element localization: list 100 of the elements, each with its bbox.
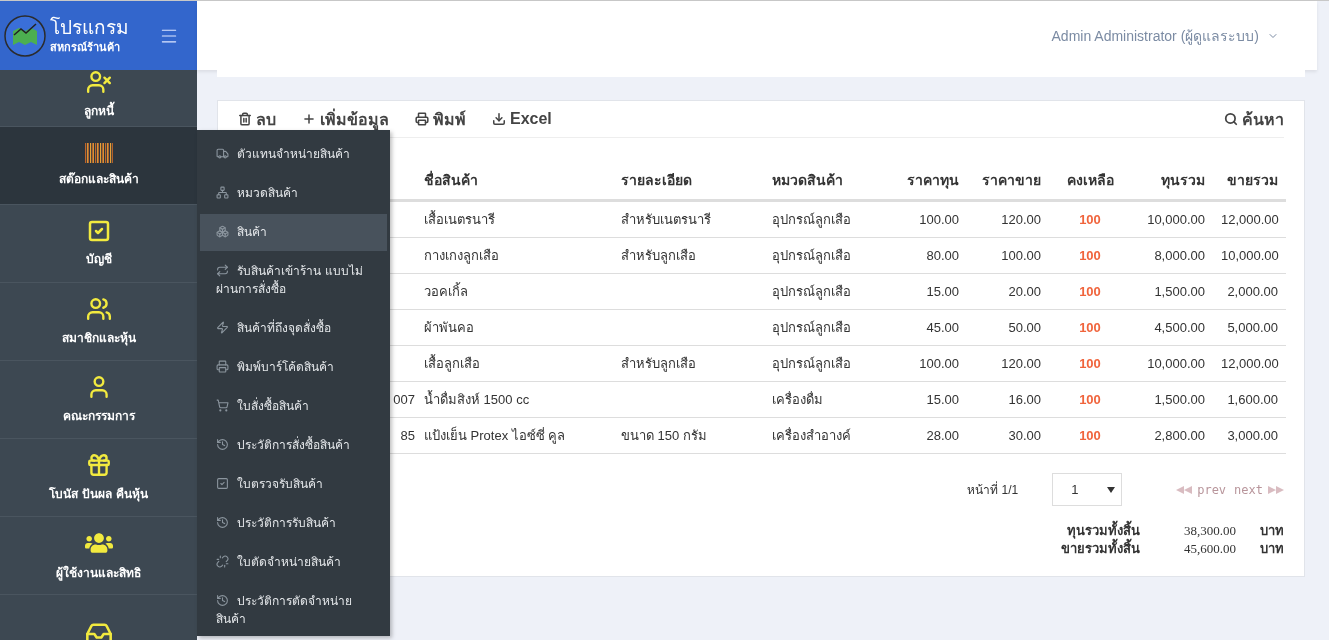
barcode-icon [84, 143, 113, 163]
table-cell: เสื้อลูกเสือ [416, 345, 613, 382]
table-cell: 120.00 [967, 200, 1049, 238]
table-cell: 4,500.00 [1131, 309, 1213, 346]
column-header[interactable]: หมวดสินค้า [764, 161, 881, 201]
table-cell: เสื้อเนตรนารี [416, 200, 613, 238]
total-value: 45,600.00 [1183, 540, 1236, 558]
brand-subtitle: สหกรณ์ร้านค้า [50, 39, 121, 56]
column-header[interactable]: ราคาขาย [967, 161, 1049, 201]
user-x-icon [85, 69, 112, 95]
table-cell: ผ้าพันคอ [416, 309, 613, 346]
table-cell: 20.00 [967, 273, 1049, 310]
sidebar-label: โบนัส ปันผล คืนหุ้น [48, 486, 149, 503]
column-header[interactable]: ทุนรวม [1131, 161, 1213, 201]
column-header[interactable]: คงเหลือ [1049, 161, 1131, 201]
table-cell: อุปกรณ์ลูกเสือ [764, 309, 881, 346]
submenu-item[interactable]: ใบตรวจรับสินค้า [200, 466, 387, 503]
table-cell: 100 [1049, 200, 1131, 238]
repeat-icon [216, 264, 229, 277]
total-unit: บาท [1259, 540, 1284, 558]
submenu-item[interactable]: ใบสั่งซื้อสินค้า [200, 388, 387, 425]
table-cell: เครื่องดื่ม [764, 381, 881, 418]
sidebar-item[interactable]: สต๊อกและสินค้า [0, 127, 197, 205]
table-cell: อุปกรณ์ลูกเสือ [764, 345, 881, 382]
search-button[interactable]: ค้นหา [1224, 106, 1284, 132]
sidebar-label: สมาชิกและหุ้น [61, 330, 136, 347]
total-label: ทุนรวมทั้งสิ้น [1061, 522, 1140, 540]
table-cell: 28.00 [881, 417, 967, 454]
toolbar-button[interactable]: เพิ่มข้อมูล [302, 106, 389, 132]
printer-icon [415, 112, 429, 126]
boxes-icon [216, 225, 229, 238]
table-cell: 45.00 [881, 309, 967, 346]
table-cell: 16.00 [967, 381, 1049, 418]
submenu-item[interactable]: รับสินค้าเข้าร้าน แบบไม่ผ่านการสั่งซื้อ [200, 253, 387, 308]
table-cell: 100 [1049, 309, 1131, 346]
column-header[interactable]: ราคาทุน [881, 161, 967, 201]
table-cell: 15.00 [881, 381, 967, 418]
search-icon [1224, 112, 1238, 126]
table-cell: 15.00 [881, 273, 967, 310]
table-cell: สำหรับลูกเสือ [613, 345, 764, 382]
sidebar-label: บัญชี [85, 251, 112, 268]
table-cell: 1,500.00 [1131, 381, 1213, 418]
table-cell: 3,000.00 [1213, 417, 1286, 454]
table-cell: 100 [1049, 345, 1131, 382]
lightning-icon [216, 321, 229, 334]
brand-title: โปรแกรม [50, 15, 130, 38]
submenu-item[interactable]: หมวดสินค้า [200, 175, 387, 212]
table-cell: 2,800.00 [1131, 417, 1213, 454]
history-icon [216, 438, 229, 451]
table-cell: 5,000.00 [1213, 309, 1286, 346]
column-header[interactable]: รายละเอียด [613, 161, 764, 201]
table-cell: 100 [1049, 237, 1131, 274]
table-cell: สำหรับลูกเสือ [613, 237, 764, 274]
table-cell: 100 [1049, 381, 1131, 418]
table-cell: วอคเกิ้ล [416, 273, 613, 310]
submenu-item[interactable]: ประวัติการตัดจำหน่ายสินค้า [200, 583, 387, 638]
cart-icon [216, 399, 229, 412]
toolbar-button[interactable]: พิมพ์ [415, 106, 466, 132]
checkbox-icon [86, 219, 111, 243]
table-cell: 30.00 [967, 417, 1049, 454]
submenu-item[interactable]: ประวัติการสั่งซื้อสินค้า [200, 427, 387, 464]
submenu-item[interactable]: ประวัติการรับสินค้า [200, 505, 387, 542]
table-cell: 2,000.00 [1213, 273, 1286, 310]
submenu-item[interactable]: ใบตัดจำหน่ายสินค้า [200, 544, 387, 581]
caret-icon [1107, 486, 1116, 493]
double-left-arrow-icon [1176, 485, 1195, 494]
toolbar-button[interactable]: Excel [492, 110, 552, 128]
page-select[interactable]: 1 [1052, 473, 1123, 506]
table-cell: 100 [1049, 417, 1131, 454]
table-cell: 1,500.00 [1131, 273, 1213, 310]
submenu-item[interactable]: ตัวแทนจำหน่ายสินค้า [200, 136, 387, 173]
column-header[interactable]: ชื่อสินค้า [416, 161, 613, 201]
sidebar-item[interactable]: ลูกหนี้ [0, 70, 197, 127]
plus-icon [302, 112, 316, 126]
table-cell: 8,000.00 [1131, 237, 1213, 274]
users-icon [85, 296, 112, 322]
total-value: 38,300.00 [1183, 522, 1236, 540]
sidebar-label: ผู้ใช้งานและสิทธิ [56, 564, 141, 582]
sidebar-label: ลูกหนี้ [83, 101, 114, 120]
submenu-item[interactable]: พิมพ์บาร์โค้ดสินค้า [200, 349, 387, 386]
column-header[interactable]: ขายรวม [1213, 161, 1286, 201]
table-cell: สำหรับเนตรนารี [613, 200, 764, 238]
page-label: หน้าที่ 1/1 [967, 480, 1019, 499]
user-menu[interactable]: Admin Administrator (ผู้ดูแลระบบ) [1051, 24, 1279, 47]
toolbar-button[interactable]: ลบ [238, 106, 276, 132]
table-cell: ขนาด 150 กรัม [613, 417, 764, 454]
checkbox-icon [216, 477, 229, 490]
truck-icon [216, 147, 229, 160]
table-cell: 100.00 [967, 237, 1049, 274]
table-cell: 1,600.00 [1213, 381, 1286, 418]
table-cell: แป้งเย็น Protex ไอซ์ซี่ คูล [416, 417, 613, 454]
table-cell: 10,000.00 [1213, 237, 1286, 274]
submenu-item[interactable]: สินค้าที่ถึงจุดสั่งซื้อ [200, 310, 387, 347]
submenu-item[interactable]: สินค้า [200, 214, 387, 251]
table-cell: 12,000.00 [1213, 200, 1286, 238]
table-cell: 100.00 [881, 345, 967, 382]
download-icon [492, 112, 506, 126]
sitemap-icon [216, 186, 229, 199]
table-cell: 80.00 [881, 237, 967, 274]
table-cell: กางเกงลูกเสือ [416, 237, 613, 274]
